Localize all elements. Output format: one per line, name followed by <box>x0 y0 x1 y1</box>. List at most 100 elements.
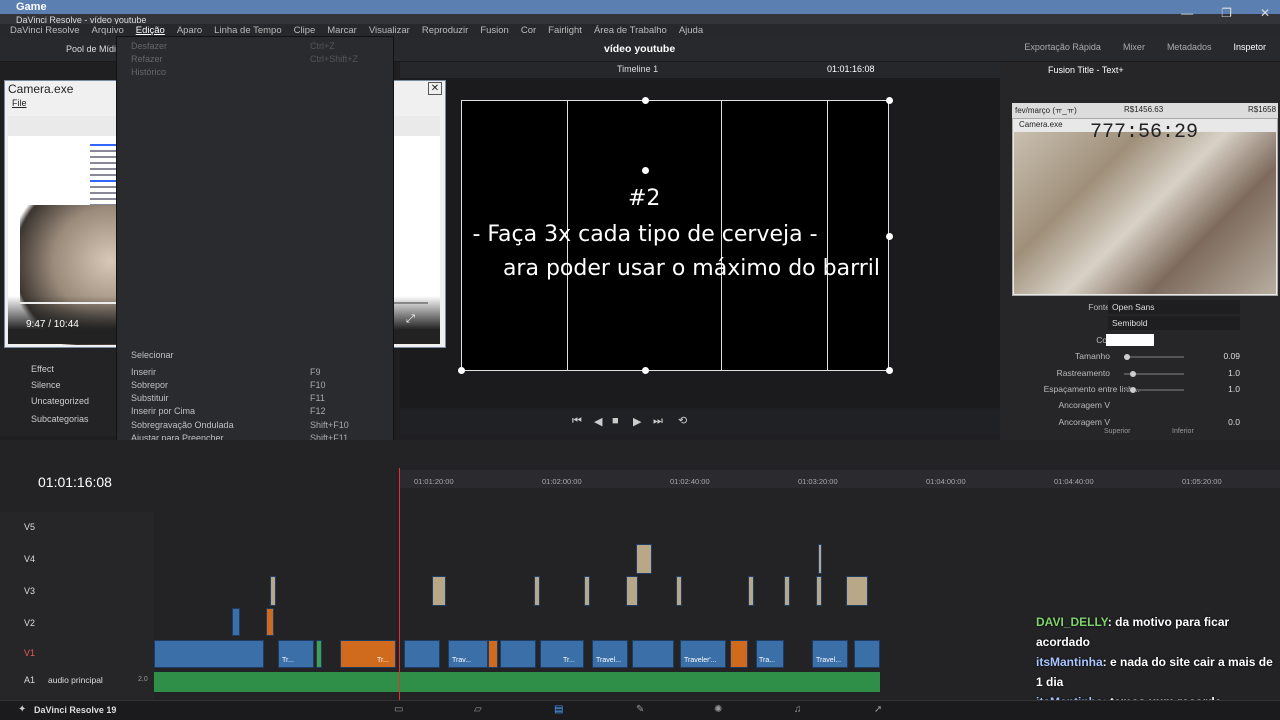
video-clip[interactable] <box>632 640 674 668</box>
transform-handle[interactable] <box>886 97 893 104</box>
track-v5[interactable]: V5 <box>24 522 35 532</box>
title-clip[interactable] <box>636 544 652 574</box>
title-clip[interactable] <box>432 576 446 606</box>
mixer-button[interactable]: Mixer <box>1123 42 1145 52</box>
edit-menu-item[interactable]: Sobregravação Ondulada <box>131 420 234 430</box>
transform-handle[interactable] <box>458 367 465 374</box>
title-clip[interactable] <box>846 576 868 606</box>
track-headers: V5 V4 V3 V2 V1 A1 audio principal 2.0 <box>0 512 154 700</box>
fairlight-page-icon[interactable]: ♫ <box>794 704 802 715</box>
video-clip[interactable] <box>730 640 748 668</box>
transform-handle[interactable] <box>642 367 649 374</box>
timeline-ruler[interactable] <box>400 470 1280 488</box>
style-select[interactable]: Semibold <box>1108 316 1240 330</box>
edit-page-icon[interactable]: ▤ <box>554 704 563 715</box>
video-clip[interactable]: Tra... <box>756 640 784 668</box>
close-button[interactable]: ✕ <box>1260 6 1270 20</box>
transform-handle[interactable] <box>642 167 649 174</box>
media-page-icon[interactable]: ▭ <box>394 704 403 715</box>
audio-track-name: audio principal <box>48 675 103 685</box>
video-clip[interactable]: Travel... <box>592 640 628 668</box>
video-clip[interactable]: Traveler'... <box>680 640 726 668</box>
title-clip[interactable] <box>748 576 754 606</box>
edit-menu-item[interactable]: Selecionar <box>131 350 174 360</box>
menu-reproduzir[interactable]: Reproduzir <box>416 24 474 38</box>
deliver-page-icon[interactable]: ➚ <box>874 704 882 715</box>
track-v2[interactable]: V2 <box>24 618 35 628</box>
audio-clip[interactable] <box>154 672 880 692</box>
title-clip[interactable] <box>676 576 682 606</box>
skip-end-icon[interactable]: ⏭ <box>653 415 663 428</box>
timeline-selector[interactable]: Timeline 1 <box>617 64 658 74</box>
video-clip[interactable] <box>266 608 274 636</box>
video-clip[interactable]: Tr... <box>278 640 314 668</box>
menu-cor[interactable]: Cor <box>515 24 542 38</box>
menu-area-de-trabalho[interactable]: Área de Trabalho <box>588 24 673 38</box>
edit-menu-shortcut: F10 <box>310 380 326 390</box>
title-clip[interactable] <box>818 544 822 574</box>
line-spacing-slider[interactable] <box>1124 387 1184 393</box>
menu-davinci[interactable]: DaVinci Resolve <box>4 24 86 38</box>
title-clip[interactable] <box>270 576 276 606</box>
cut-page-icon[interactable]: ▱ <box>474 704 482 715</box>
track-v3[interactable]: V3 <box>24 586 35 596</box>
playhead[interactable] <box>399 468 400 700</box>
edit-menu-item[interactable]: Inserir por Cima <box>131 406 195 416</box>
camera-file-menu[interactable]: File <box>12 98 27 108</box>
track-v1[interactable]: V1 <box>24 648 35 658</box>
inspector-button[interactable]: Inspetor <box>1233 42 1266 52</box>
title-clip[interactable] <box>816 576 822 606</box>
video-clip[interactable] <box>488 640 498 668</box>
size-slider[interactable] <box>1124 354 1184 360</box>
skip-start-icon[interactable]: ⏮ <box>572 415 582 428</box>
color-page-icon[interactable]: ✺ <box>714 704 722 715</box>
title-clip[interactable] <box>626 576 638 606</box>
video-clip[interactable]: Tr... <box>540 640 584 668</box>
edit-menu-item: Desfazer <box>131 41 168 51</box>
maximize-button[interactable]: ❐ <box>1221 6 1232 20</box>
video-clip[interactable] <box>154 640 264 668</box>
step-back-icon[interactable]: ◀ <box>594 415 602 428</box>
transform-handle[interactable] <box>886 233 893 240</box>
transform-handle[interactable] <box>886 367 893 374</box>
close-icon[interactable]: ✕ <box>428 82 442 95</box>
edit-menu-item[interactable]: Inserir <box>131 367 156 377</box>
quick-export-button[interactable]: Exportação Rápida <box>1024 42 1101 52</box>
chat-message: DAVI_DELLY: da motivo para ficar acordad… <box>1036 615 1230 649</box>
fusion-page-icon[interactable]: ✎ <box>636 704 644 715</box>
panel-item-uncategorized[interactable]: Uncategorized <box>31 396 89 406</box>
title-clip[interactable] <box>784 576 790 606</box>
title-clip[interactable] <box>584 576 590 606</box>
video-clip[interactable] <box>500 640 536 668</box>
menu-ajuda[interactable]: Ajuda <box>673 24 709 38</box>
panel-item-effect[interactable]: Effect <box>31 364 54 374</box>
menu-fusion[interactable]: Fusion <box>474 24 515 38</box>
metadata-button[interactable]: Metadados <box>1167 42 1212 52</box>
ruler-tick: 01:02:40:00 <box>670 477 710 486</box>
video-clip[interactable]: Travel... <box>812 640 848 668</box>
video-clip[interactable] <box>854 640 880 668</box>
transform-handle[interactable] <box>642 97 649 104</box>
video-clip[interactable]: Tr... <box>340 640 396 668</box>
menu-fairlight[interactable]: Fairlight <box>542 24 588 38</box>
video-clip[interactable]: Trav... <box>448 640 488 668</box>
track-a1[interactable]: A1 <box>24 675 35 685</box>
stop-icon[interactable]: ■ <box>612 415 619 427</box>
panel-item-subcategorias[interactable]: Subcategorias <box>31 414 89 424</box>
loop-icon[interactable]: ⟲ <box>678 414 687 427</box>
video-clip[interactable] <box>316 640 322 668</box>
edit-menu-item[interactable]: Sobrepor <box>131 380 168 390</box>
play-icon[interactable]: ▶ <box>633 415 641 428</box>
panel-item-silence[interactable]: Silence <box>31 380 61 390</box>
edit-menu-item[interactable]: Substituir <box>131 393 169 403</box>
tracking-slider[interactable] <box>1124 371 1184 377</box>
media-pool-button[interactable]: Pool de Mídi <box>66 44 116 54</box>
color-swatch[interactable] <box>1106 334 1154 346</box>
minimize-button[interactable]: — <box>1181 6 1193 20</box>
fullscreen-icon[interactable]: ⤢ <box>406 313 415 326</box>
title-clip[interactable] <box>534 576 540 606</box>
video-clip[interactable] <box>404 640 440 668</box>
font-select[interactable]: Open Sans <box>1108 300 1240 314</box>
track-v4[interactable]: V4 <box>24 554 35 564</box>
video-clip[interactable] <box>232 608 240 636</box>
